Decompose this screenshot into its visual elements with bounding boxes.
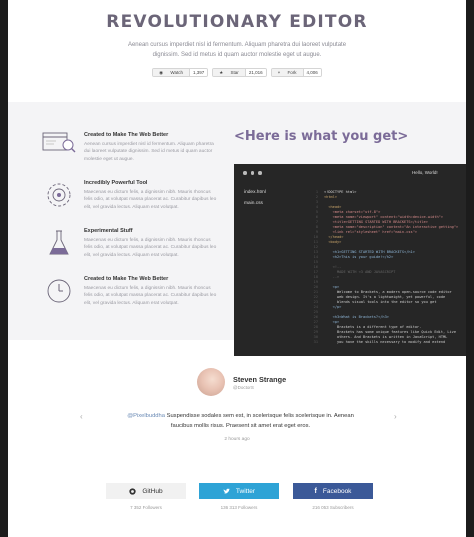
fork-count: 4,006 xyxy=(302,69,321,76)
prev-arrow[interactable]: ‹ xyxy=(80,412,83,421)
mention-link[interactable]: @Pixelbuddha xyxy=(127,413,165,419)
code-area: 1 <!DOCTYPE html> 2 <html> 3 4 <head> 5 <meta … xyxy=(310,190,458,345)
fork-label: Fork xyxy=(287,69,297,75)
file-item[interactable]: index.html xyxy=(244,190,304,201)
facebook-label: Facebook xyxy=(322,487,352,495)
facebook-icon: f xyxy=(314,487,317,495)
features-heading: <Here is what you get> xyxy=(234,129,409,144)
eye-icon: ◉ xyxy=(159,69,164,75)
watch-count: 1,397 xyxy=(188,69,208,76)
twitter-icon xyxy=(223,488,230,493)
feature-title: Incredibly Powerful Tool xyxy=(84,180,148,186)
quote-text: Suspendisse sodales sem est, in sceleris… xyxy=(164,413,354,429)
code-text: </p> xyxy=(324,305,342,309)
page: REVOLUTIONARY EDITOR Aenean cursus imper… xyxy=(8,0,466,537)
star-count: 21,016 xyxy=(244,69,266,76)
watch-button[interactable]: ◉ Watch 1,397 xyxy=(152,68,209,77)
feature-text: Aenean cursus imperdiet nisl id fermentu… xyxy=(84,142,214,162)
feature-title: Experimental Stuff xyxy=(84,228,133,234)
code-text: <body> xyxy=(324,240,342,244)
flask-icon xyxy=(42,228,76,258)
features-section: Created to Make The Web Better Aenean cu… xyxy=(8,102,466,356)
gear-icon xyxy=(42,180,76,210)
facebook-count: 216 053 Subscribers xyxy=(312,505,354,510)
fork-icon: ⑂ xyxy=(277,69,281,75)
star-icon: ★ xyxy=(219,69,224,75)
watch-label: Watch xyxy=(170,69,183,75)
feature-title: Created to Make The Web Better xyxy=(84,276,169,282)
fork-button[interactable]: ⑂ Fork 4,006 xyxy=(270,68,322,77)
twitter-button[interactable]: Twitter xyxy=(199,483,279,499)
clock-icon xyxy=(42,276,76,306)
author-name: Steven Strange xyxy=(233,375,287,384)
github-buttons: ◉ Watch 1,397 ★ Star 21,016 ⑂ Fork 4,006 xyxy=(8,68,466,77)
feature-text: Maecenas eu dictum felis, a dignissim ni… xyxy=(84,190,217,210)
feature-item: Incredibly Powerful Tool Maecenas eu dic… xyxy=(42,180,217,228)
window-dot xyxy=(258,171,262,175)
feature-text: Maecenas eu dictum felis, a dignissim ni… xyxy=(84,238,217,258)
feature-item: Experimental Stuff Maecenas eu dictum fe… xyxy=(42,228,217,276)
next-arrow[interactable]: › xyxy=(394,412,397,421)
feature-title: Created to Make The Web Better xyxy=(84,132,169,138)
github-count: 7 352 Followers xyxy=(130,505,162,510)
github-label: GitHub xyxy=(142,487,163,495)
window-dot xyxy=(250,171,254,175)
timestamp: 2 hours ago xyxy=(224,437,250,442)
feature-text: Maecenas eu dictum felis, a dignissim ni… xyxy=(84,286,217,306)
window-dot xyxy=(243,171,247,175)
star-label: Star xyxy=(230,69,239,75)
feature-item: Created to Make The Web Better Aenean cu… xyxy=(42,132,217,180)
testimonial-section: ‹ › Steven Strange @DoctorS @Pixelbuddha… xyxy=(8,340,466,450)
hero-description: Aenean cursus imperdiet nisl id fermentu… xyxy=(127,42,347,58)
facebook-button[interactable]: f Facebook xyxy=(293,483,373,499)
file-item[interactable]: main.css xyxy=(244,201,304,212)
code-text: <h2>This is your guide!</h2> xyxy=(324,255,394,259)
feature-item: Created to Make The Web Better Maecenas … xyxy=(42,276,217,324)
feature-list: Created to Make The Web Better Aenean cu… xyxy=(42,132,217,324)
github-icon xyxy=(129,487,137,495)
author-handle: @DoctorS xyxy=(233,385,254,390)
code-text: --> xyxy=(324,275,340,279)
code-editor-preview: Hello, World! index.html main.css 1 <!DOC… xyxy=(234,164,466,356)
github-button[interactable]: GitHub xyxy=(106,483,186,499)
avatar xyxy=(197,368,225,396)
browser-search-icon xyxy=(42,132,76,162)
editor-title: Hello, World! xyxy=(412,170,438,175)
file-sidebar: index.html main.css xyxy=(244,190,304,212)
testimonial-quote: @Pixelbuddha Suspendisse sodales sem est… xyxy=(118,411,363,431)
page-title: REVOLUTIONARY EDITOR xyxy=(106,12,368,32)
code-text: <html> xyxy=(324,195,337,199)
hero-section: REVOLUTIONARY EDITOR Aenean cursus imper… xyxy=(8,0,466,102)
star-button[interactable]: ★ Star 21,016 xyxy=(212,68,267,77)
twitter-label: Twitter xyxy=(235,487,256,495)
twitter-count: 136 313 Followers xyxy=(220,505,258,510)
